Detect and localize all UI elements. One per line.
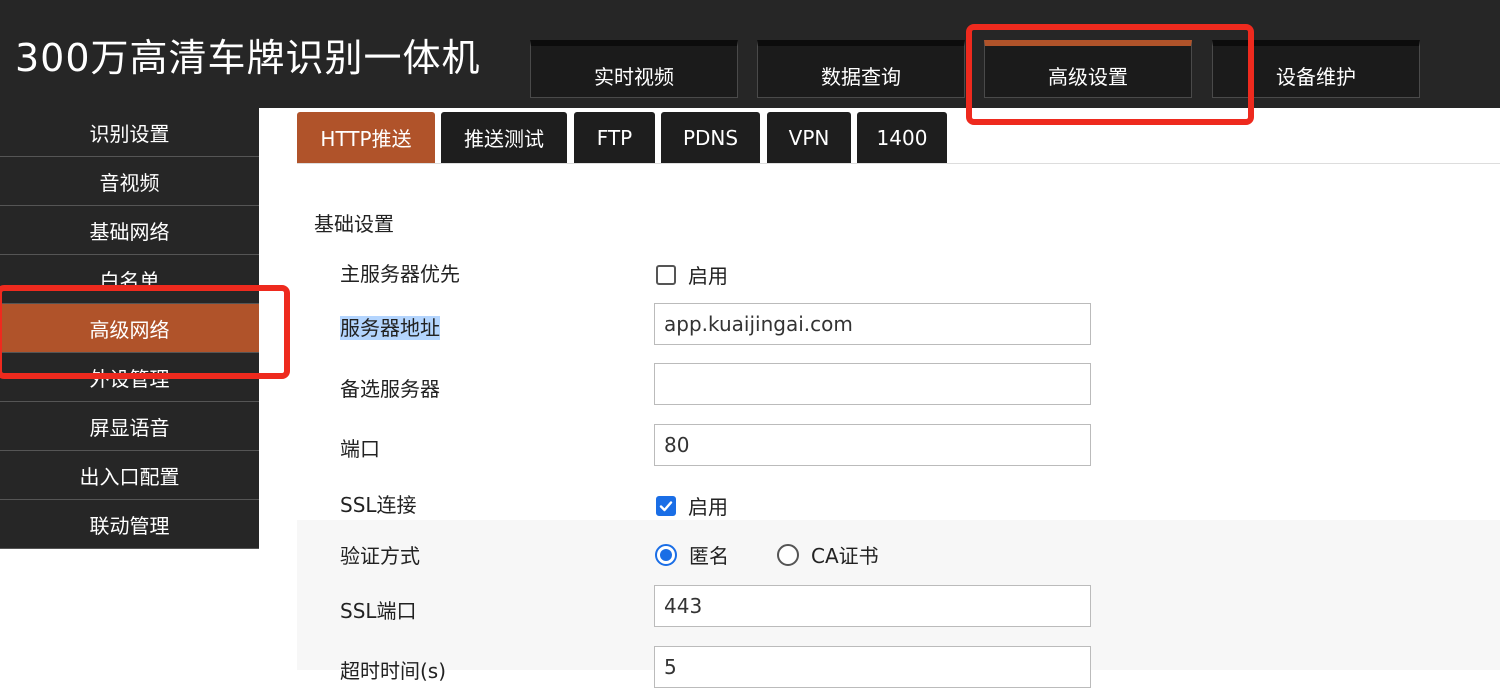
tab-divider [297, 163, 1500, 164]
tab-ftp[interactable]: FTP [574, 112, 655, 163]
checkmark-icon [659, 500, 673, 511]
sidebar-item-advanced-network[interactable]: 高级网络 [0, 304, 259, 353]
tab-push-test[interactable]: 推送测试 [441, 112, 567, 163]
port-label: 端口 [340, 437, 380, 461]
tab-http-push[interactable]: HTTP推送 [297, 112, 435, 163]
auth-anonymous-radio-group[interactable]: 匿名 [655, 540, 729, 569]
sidebar-item-whitelist[interactable]: 白名单 [0, 255, 259, 304]
tab-vpn[interactable]: VPN [767, 112, 851, 163]
primary-server-first-checkbox[interactable] [656, 264, 676, 285]
sidebar: 识别设置 音视频 基础网络 白名单 高级网络 外设管理 屏显语音 出入口配置 联… [0, 108, 259, 549]
auth-ca-cert-radio[interactable] [777, 543, 799, 566]
port-input[interactable] [654, 424, 1091, 466]
ssl-checkbox[interactable] [656, 495, 676, 516]
backup-server-input[interactable] [654, 363, 1091, 405]
app-title: 300万高清车牌识别一体机 [15, 36, 481, 80]
nav-tab-advanced-settings[interactable]: 高级设置 [984, 40, 1192, 98]
primary-server-first-label: 主服务器优先 [340, 262, 460, 286]
section-title: 基础设置 [314, 212, 394, 236]
sidebar-item-audio-video[interactable]: 音视频 [0, 157, 259, 206]
auth-anonymous-label: 匿名 [689, 544, 729, 568]
server-address-label: 服务器地址 [340, 312, 440, 341]
ssl-port-input[interactable] [654, 585, 1091, 627]
server-address-label-text: 服务器地址 [340, 316, 440, 340]
backup-server-label: 备选服务器 [340, 377, 440, 401]
sidebar-item-linkage-management[interactable]: 联动管理 [0, 500, 259, 549]
nav-tab-device-maintenance[interactable]: 设备维护 [1212, 40, 1420, 98]
ssl-label: SSL连接 [340, 493, 417, 517]
auth-ca-cert-label: CA证书 [811, 544, 879, 568]
sidebar-item-basic-network[interactable]: 基础网络 [0, 206, 259, 255]
tab-1400[interactable]: 1400 [857, 112, 947, 163]
auth-method-label: 验证方式 [340, 544, 420, 568]
ssl-option-label: 启用 [688, 495, 728, 519]
tab-pdns[interactable]: PDNS [661, 112, 760, 163]
timeout-input[interactable] [654, 646, 1091, 688]
primary-server-first-checkbox-group[interactable]: 启用 [656, 260, 728, 289]
server-address-input[interactable] [654, 303, 1091, 345]
sidebar-item-entrance-exit-config[interactable]: 出入口配置 [0, 451, 259, 500]
sidebar-item-peripheral-management[interactable]: 外设管理 [0, 353, 259, 402]
sidebar-item-display-voice[interactable]: 屏显语音 [0, 402, 259, 451]
nav-tab-data-query[interactable]: 数据查询 [757, 40, 965, 98]
ssl-port-label: SSL端口 [340, 599, 417, 623]
nav-tab-realtime-video[interactable]: 实时视频 [530, 40, 738, 98]
app-header: 300万高清车牌识别一体机 实时视频 数据查询 高级设置 设备维护 [0, 0, 1500, 108]
auth-ca-cert-radio-group[interactable]: CA证书 [777, 540, 879, 569]
primary-server-first-option-label: 启用 [688, 264, 728, 288]
auth-anonymous-radio[interactable] [655, 543, 677, 566]
sidebar-item-recognition-settings[interactable]: 识别设置 [0, 108, 259, 157]
ssl-checkbox-group[interactable]: 启用 [656, 491, 728, 520]
